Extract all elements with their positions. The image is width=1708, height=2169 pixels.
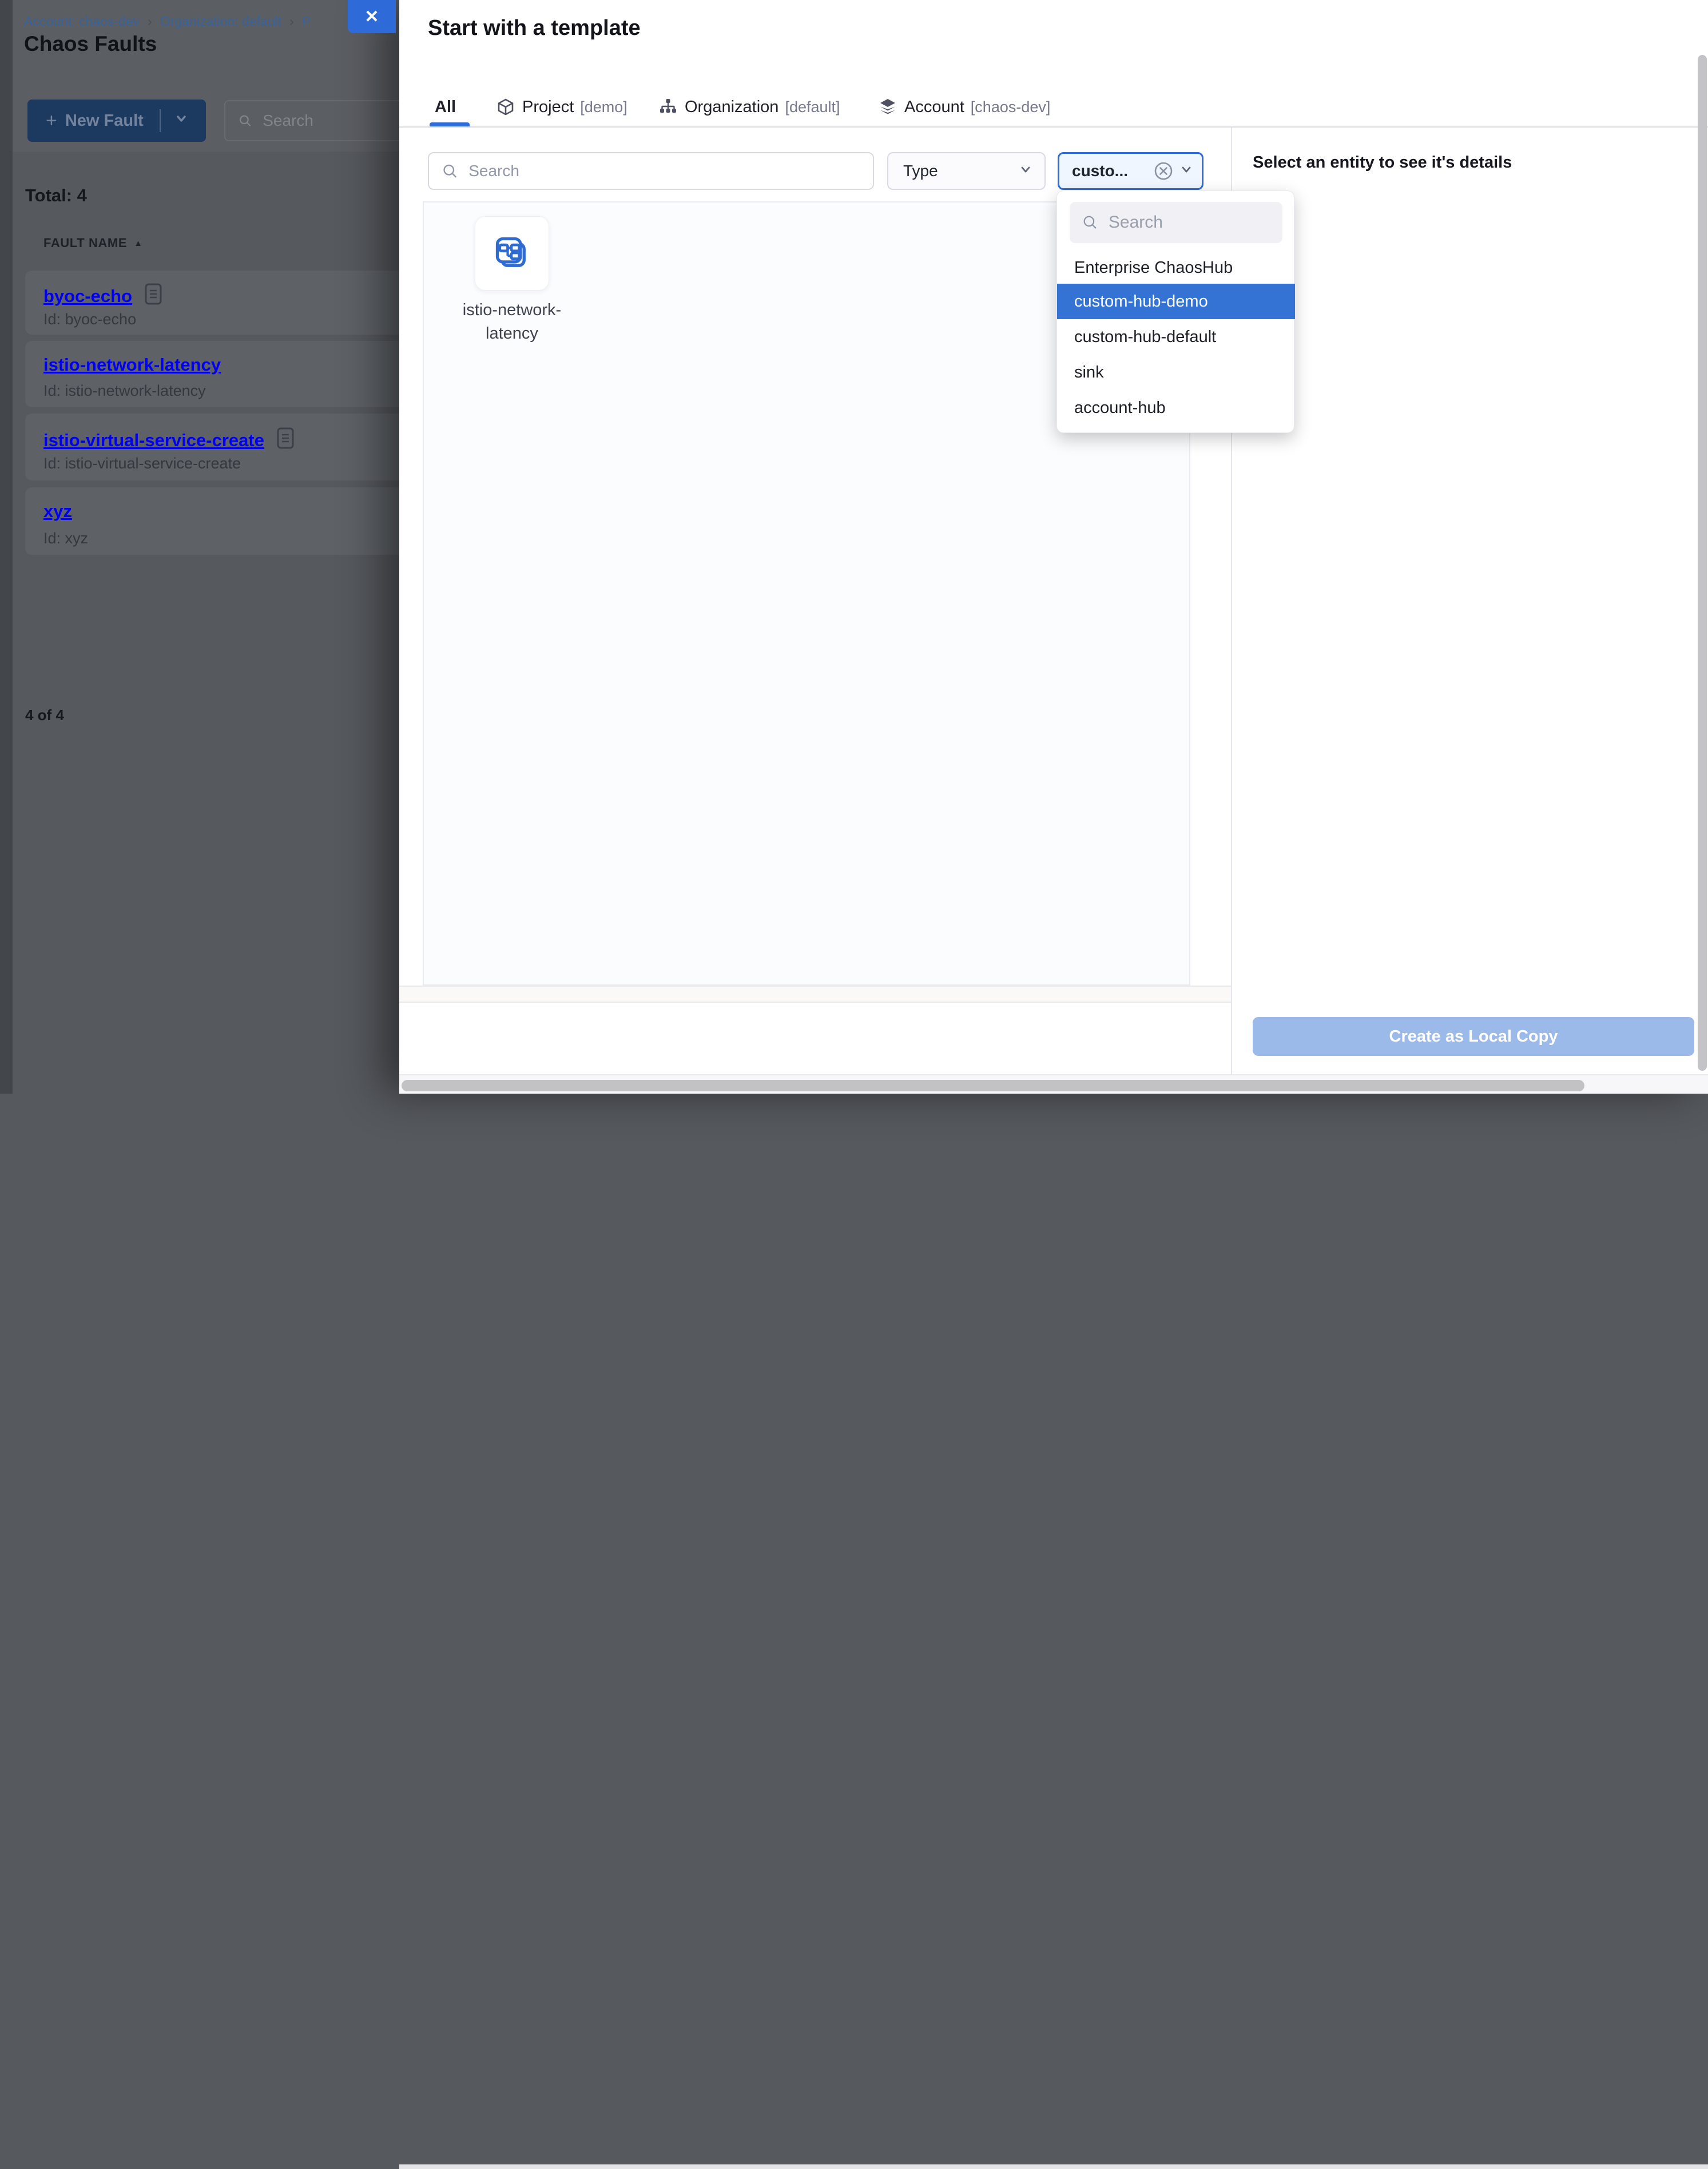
clear-filter-icon[interactable] xyxy=(1153,160,1174,182)
tab-label: Account xyxy=(904,98,964,117)
chevron-down-icon xyxy=(1018,162,1033,181)
modal-title: Start with a template xyxy=(428,16,641,41)
tab-label: All xyxy=(435,98,456,117)
fault-name-link[interactable]: istio-network-latency xyxy=(43,355,221,375)
tab-organization[interactable]: Organization [default] xyxy=(659,92,840,122)
tab-label: Project xyxy=(522,98,574,117)
breadcrumb-account-link[interactable]: Account: chaos-dev xyxy=(24,14,140,29)
page-title: Chaos Faults xyxy=(24,32,157,56)
content-scrollbar-track[interactable] xyxy=(399,986,1231,1003)
window-bottom-edge xyxy=(399,2164,1708,2169)
horizontal-scrollbar-track xyxy=(399,1075,1708,1094)
tab-account[interactable]: Account [chaos-dev] xyxy=(879,92,1050,122)
column-header-fault-name[interactable]: FAULT NAME ▲ xyxy=(43,236,143,251)
chaoshub-dropdown-menu: Enterprise ChaosHub custom-hub-demo cust… xyxy=(1056,190,1294,433)
dropdown-search-input[interactable] xyxy=(1107,212,1282,233)
tab-label: Organization xyxy=(685,98,778,117)
sort-ascending-icon: ▲ xyxy=(134,239,142,248)
dropdown-item-account-hub[interactable]: account-hub xyxy=(1057,390,1295,426)
details-empty-message: Select an entity to see it's details xyxy=(1253,153,1512,172)
tab-project[interactable]: Project [demo] xyxy=(496,92,627,122)
layers-icon xyxy=(879,98,897,116)
fault-name-link[interactable]: istio-virtual-service-create xyxy=(43,430,264,451)
type-filter-label: Type xyxy=(903,162,938,180)
new-fault-button[interactable]: + New Fault xyxy=(27,100,206,142)
document-icon[interactable] xyxy=(145,283,162,309)
create-as-local-copy-button[interactable]: Create as Local Copy xyxy=(1253,1017,1694,1056)
fault-name-link[interactable]: xyz xyxy=(43,501,72,522)
breadcrumb-separator: › xyxy=(148,14,152,29)
tab-scope: [default] xyxy=(785,98,840,116)
left-nav-edge xyxy=(0,0,13,1094)
tab-scope: [demo] xyxy=(580,98,627,116)
plus-icon: + xyxy=(46,110,57,132)
search-icon xyxy=(1082,213,1098,232)
fault-id: Id: istio-virtual-service-create xyxy=(43,455,241,472)
fault-id: Id: byoc-echo xyxy=(43,311,136,328)
vertical-scrollbar-thumb[interactable] xyxy=(1698,55,1707,1071)
new-fault-label: New Fault xyxy=(65,112,144,130)
dropdown-search-box xyxy=(1070,202,1282,243)
chaoshub-filter-select[interactable]: custo... xyxy=(1058,152,1203,190)
org-chart-icon xyxy=(659,98,677,116)
breadcrumb: Account: chaos-dev › Organization: default… xyxy=(24,14,311,29)
template-card-istio-network-latency[interactable] xyxy=(475,216,549,291)
breadcrumb-project-link[interactable]: P xyxy=(302,14,311,29)
breadcrumb-separator: › xyxy=(289,14,294,29)
fault-id: Id: xyz xyxy=(43,530,88,547)
template-search-input[interactable] xyxy=(467,161,873,181)
template-icon xyxy=(492,234,531,273)
template-search-box xyxy=(428,152,874,190)
dropdown-item-sink[interactable]: sink xyxy=(1057,355,1295,390)
chevron-down-icon[interactable] xyxy=(173,110,189,131)
template-card-label: istio-network-latency xyxy=(440,299,583,345)
type-filter-select[interactable]: Type xyxy=(887,152,1046,190)
fault-id: Id: istio-network-latency xyxy=(43,382,206,400)
tabs-divider xyxy=(399,126,1708,128)
search-icon xyxy=(238,112,252,129)
breadcrumb-organization-link[interactable]: Organization: default xyxy=(160,14,281,29)
tab-scope: [chaos-dev] xyxy=(971,98,1051,116)
total-count: Total: 4 xyxy=(25,185,87,206)
search-icon xyxy=(442,162,458,180)
pagination-label: 4 of 4 xyxy=(25,706,64,724)
dropdown-item-enterprise-chaoshub[interactable]: Enterprise ChaosHub xyxy=(1057,250,1295,285)
column-header-label: FAULT NAME xyxy=(43,236,127,250)
dropdown-item-custom-hub-demo[interactable]: custom-hub-demo xyxy=(1057,284,1295,319)
cube-icon xyxy=(496,98,515,116)
tab-all[interactable]: All xyxy=(435,92,456,122)
document-icon[interactable] xyxy=(277,427,294,454)
close-icon[interactable]: ✕ xyxy=(348,0,396,33)
horizontal-scrollbar-thumb[interactable] xyxy=(402,1080,1584,1091)
fault-name-link[interactable]: byoc-echo xyxy=(43,286,132,307)
active-tab-indicator xyxy=(430,122,470,126)
button-divider xyxy=(160,109,161,132)
chevron-down-icon xyxy=(1179,162,1194,181)
dropdown-item-custom-hub-default[interactable]: custom-hub-default xyxy=(1057,319,1295,355)
chaoshub-filter-value: custo... xyxy=(1072,162,1128,180)
start-with-template-modal: Start with a template All Project [demo]… xyxy=(399,0,1708,1094)
